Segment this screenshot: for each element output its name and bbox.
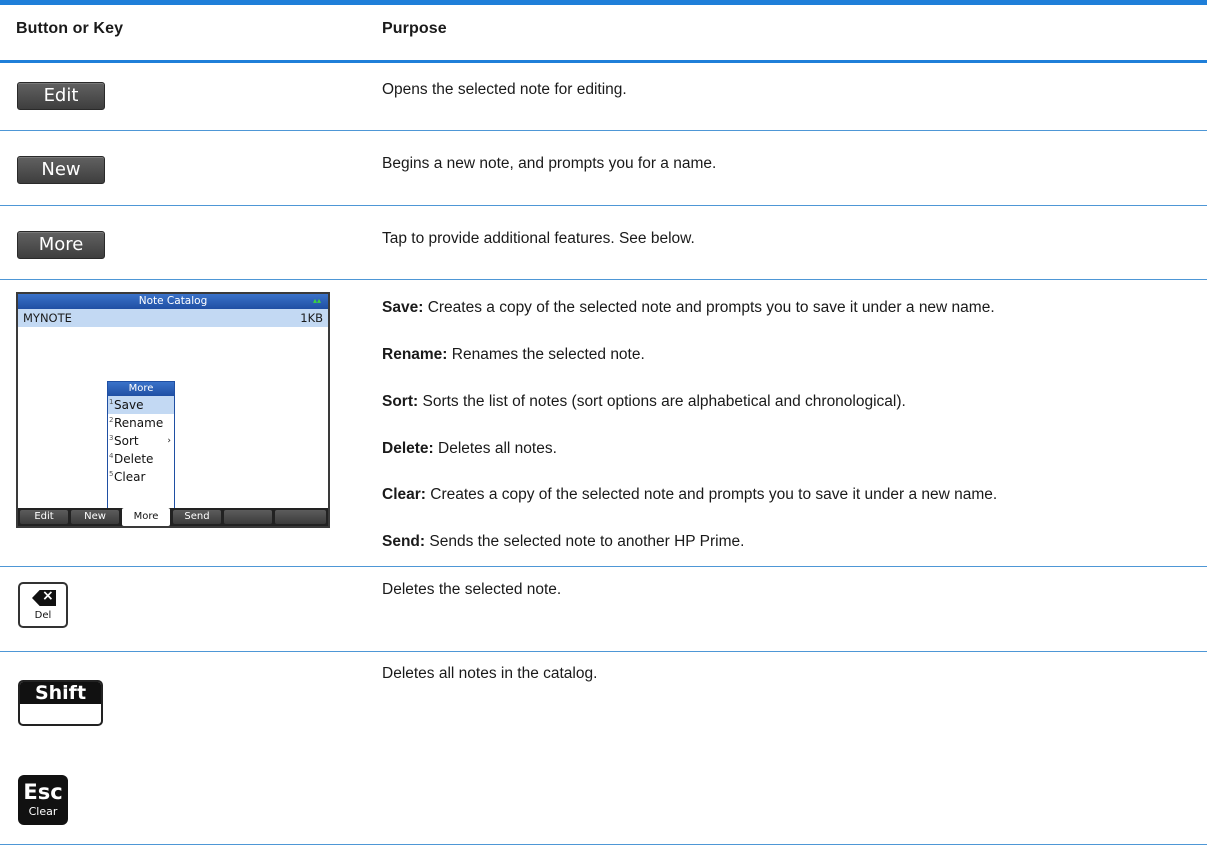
screen-title: Note Catalog [138, 295, 208, 307]
screen-softkey-edit: Edit [20, 510, 68, 524]
menu-item-label: Rename [114, 416, 164, 430]
menu-item-label: Clear [114, 470, 146, 484]
option-text: Deletes all notes. [438, 440, 557, 457]
esc-key-label: Esc [23, 780, 63, 804]
menu-item-save: 1 Save [108, 396, 174, 414]
submenu-arrow-icon: › [167, 436, 171, 446]
option-term: Clear: [382, 486, 426, 503]
menu-item-number: 1 [109, 398, 114, 406]
row-divider [0, 566, 1207, 567]
shift-key-label: Shift [20, 682, 101, 704]
row-divider [0, 651, 1207, 652]
more-option-send: Send: Sends the selected note to another… [382, 532, 744, 552]
option-text: Creates a copy of the selected note and … [430, 486, 998, 503]
note-list-item: MYNOTE 1KB [18, 309, 328, 327]
signal-icon: ▴▴ [312, 296, 322, 305]
screen-softkey-bar: Edit New More Send [18, 508, 328, 526]
row-divider [0, 205, 1207, 206]
menu-item-label: Sort [114, 434, 139, 448]
more-option-save: Save: Creates a copy of the selected not… [382, 298, 995, 318]
note-name: MYNOTE [23, 311, 72, 325]
shift-key: Shift [18, 680, 103, 726]
menu-item-number: 4 [109, 452, 114, 460]
more-softkey: More [17, 231, 105, 259]
menu-item-number: 2 [109, 416, 114, 424]
more-option-clear: Clear: Creates a copy of the selected no… [382, 485, 997, 505]
header-purpose: Purpose [382, 20, 447, 37]
menu-item-delete: 4 Delete [108, 450, 174, 468]
note-catalog-screenshot: Note Catalog ▴▴ MYNOTE 1KB More 1 Save 2… [16, 292, 330, 528]
header-rule [0, 60, 1207, 63]
option-text: Sends the selected note to another HP Pr… [429, 533, 745, 550]
more-purpose: Tap to provide additional features. See … [382, 230, 695, 247]
menu-item-number: 5 [109, 470, 114, 478]
menu-item-label: Save [114, 398, 144, 412]
option-term: Save: [382, 299, 424, 316]
esc-clear-key: Esc Clear [18, 775, 68, 825]
option-term: Rename: [382, 346, 448, 363]
shift-esc-purpose: Deletes all notes in the catalog. [382, 665, 598, 682]
option-text: Creates a copy of the selected note and … [427, 299, 995, 316]
edit-purpose: Opens the selected note for editing. [382, 81, 627, 98]
del-key: × Del [18, 582, 68, 628]
clear-key-label: Clear [28, 805, 58, 818]
menu-item-sort: 3 Sort › [108, 432, 174, 450]
new-purpose: Begins a new note, and prompts you for a… [382, 155, 717, 172]
option-text: Renames the selected note. [451, 346, 645, 363]
row-divider [0, 279, 1207, 280]
option-term: Send: [382, 533, 426, 550]
menu-item-rename: 2 Rename [108, 414, 174, 432]
row-divider [0, 130, 1207, 131]
top-rule [0, 0, 1207, 5]
edit-softkey: Edit [17, 82, 105, 110]
menu-item-label: Delete [114, 452, 154, 466]
row-divider [0, 844, 1207, 845]
more-menu-title: More [108, 382, 174, 396]
more-option-sort: Sort: Sorts the list of notes (sort opti… [382, 392, 906, 412]
screen-softkey-blank [224, 510, 272, 524]
screen-softkey-blank [275, 510, 326, 524]
new-softkey: New [17, 156, 105, 184]
more-menu: More 1 Save 2 Rename 3 Sort › 4 Delete 5… [107, 381, 175, 509]
note-size: 1KB [300, 311, 323, 325]
option-term: Delete: [382, 440, 434, 457]
screen-title-bar: Note Catalog ▴▴ [18, 294, 328, 309]
option-text: Sorts the list of notes (sort options ar… [422, 393, 906, 410]
del-purpose: Deletes the selected note. [382, 581, 562, 598]
more-option-delete: Delete: Deletes all notes. [382, 439, 557, 459]
menu-item-clear: 5 Clear [108, 468, 174, 486]
backspace-icon: × [32, 590, 56, 606]
screen-softkey-send: Send [173, 510, 221, 524]
screen-softkey-more: More [122, 508, 170, 526]
more-option-rename: Rename: Renames the selected note. [382, 345, 645, 365]
menu-item-number: 3 [109, 434, 114, 442]
screen-softkey-new: New [71, 510, 119, 524]
reference-table: Button or Key Purpose Edit Opens the sel… [0, 0, 1207, 846]
del-key-label: Del [34, 610, 52, 621]
option-term: Sort: [382, 393, 419, 410]
header-button-or-key: Button or Key [16, 20, 124, 37]
